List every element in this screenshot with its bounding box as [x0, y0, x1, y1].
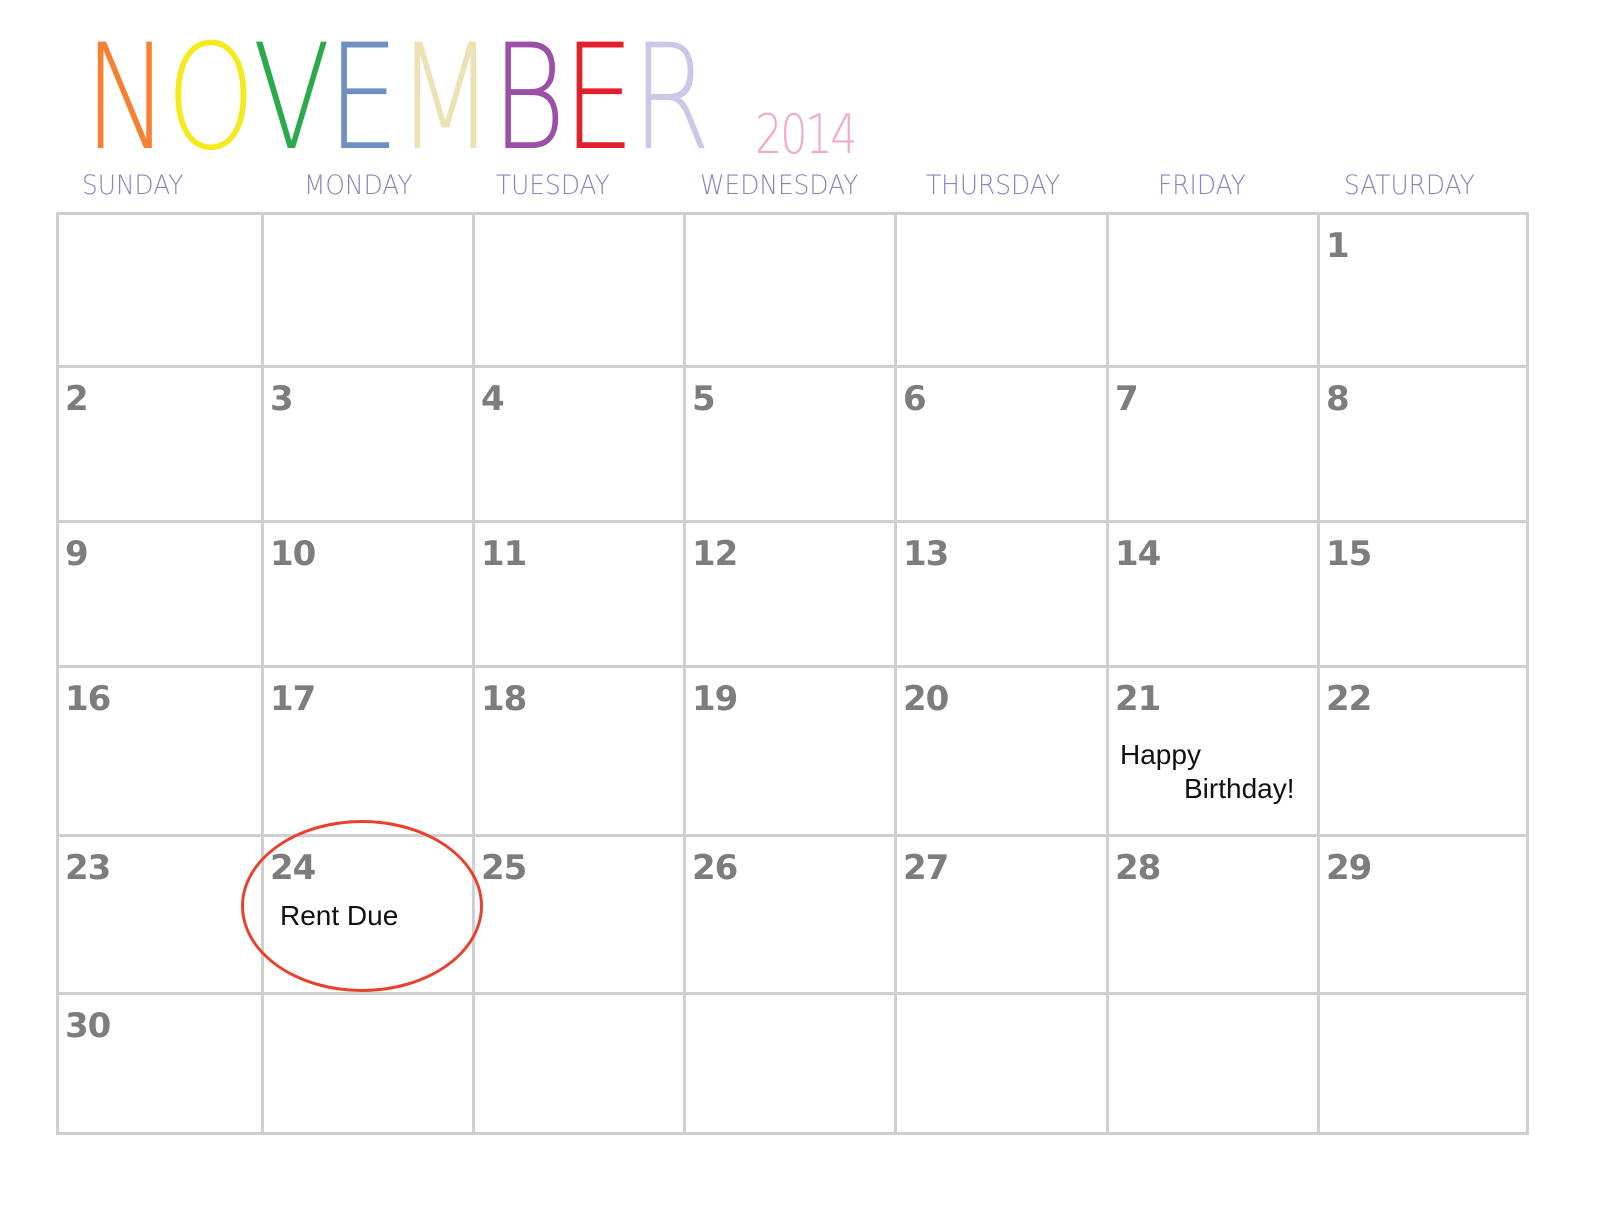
- day-cell-4[interactable]: 4: [475, 368, 683, 520]
- grid-line-horizontal: [56, 1132, 1529, 1135]
- month-title-letter: N: [84, 13, 169, 183]
- day-cell-6[interactable]: 6: [897, 368, 1106, 520]
- day-number: 22: [1326, 679, 1372, 719]
- day-number: 12: [692, 534, 738, 574]
- birthday-note-line2: Birthday!: [1184, 773, 1295, 804]
- day-number: 5: [692, 379, 716, 419]
- day-cell-2[interactable]: 2: [59, 368, 261, 520]
- weekday-header-row: SUNDAY MONDAY TUESDAY WEDNESDAY THURSDAY FRID…: [56, 170, 1562, 210]
- weekday-label-saturday: SATURDAY: [1344, 170, 1475, 201]
- day-number: 11: [481, 534, 527, 574]
- day-cell-10[interactable]: 10: [264, 523, 472, 665]
- day-cell-28[interactable]: 28: [1109, 837, 1317, 992]
- day-cell-3[interactable]: 3: [264, 368, 472, 520]
- empty-day-cell[interactable]: [897, 995, 1106, 1132]
- day-number: 29: [1326, 848, 1372, 888]
- day-number: 1: [1326, 226, 1350, 266]
- weekday-label-thursday: THURSDAY: [926, 170, 1060, 201]
- day-number: 19: [692, 679, 738, 719]
- day-cell-26[interactable]: 26: [686, 837, 894, 992]
- day-number: 7: [1115, 379, 1139, 419]
- month-title: NOVEMBER: [84, 13, 711, 183]
- month-title-letter: E: [562, 13, 635, 183]
- day-number: 18: [481, 679, 527, 719]
- empty-day-cell[interactable]: [264, 215, 472, 365]
- empty-day-cell[interactable]: [897, 215, 1106, 365]
- day-cell-5[interactable]: 5: [686, 368, 894, 520]
- rent-due-highlight-circle: [241, 820, 483, 992]
- day-number: 6: [903, 379, 927, 419]
- month-title-letter: E: [327, 13, 399, 183]
- month-title-letter: R: [631, 13, 711, 183]
- day-number: 16: [65, 679, 111, 719]
- day-cell-12[interactable]: 12: [686, 523, 894, 665]
- day-number: 4: [481, 379, 505, 419]
- day-number: 17: [270, 679, 316, 719]
- day-cell-9[interactable]: 9: [59, 523, 261, 665]
- empty-day-cell[interactable]: [59, 215, 261, 365]
- day-cell-8[interactable]: 8: [1320, 368, 1526, 520]
- day-number: 9: [65, 534, 89, 574]
- month-title-letter: V: [252, 13, 331, 183]
- month-title-letter: B: [491, 13, 566, 183]
- weekday-label-wednesday: WEDNESDAY: [700, 170, 859, 201]
- day-cell-13[interactable]: 13: [897, 523, 1106, 665]
- day-cell-1[interactable]: 1: [1320, 215, 1526, 365]
- day-number: 2: [65, 379, 89, 419]
- day-cell-17[interactable]: 17: [264, 668, 472, 834]
- day-number: 3: [270, 379, 294, 419]
- day-cell-18[interactable]: 18: [475, 668, 683, 834]
- day-cell-22[interactable]: 22: [1320, 668, 1526, 834]
- empty-day-cell[interactable]: [1109, 215, 1317, 365]
- day-cell-14[interactable]: 14: [1109, 523, 1317, 665]
- day-cell-11[interactable]: 11: [475, 523, 683, 665]
- weekday-label-monday: MONDAY: [304, 170, 413, 201]
- year-label: 2014: [755, 103, 858, 166]
- day-number: 15: [1326, 534, 1372, 574]
- day-cell-23[interactable]: 23: [59, 837, 261, 992]
- day-cell-19[interactable]: 19: [686, 668, 894, 834]
- day-number: 20: [903, 679, 949, 719]
- weekday-label-tuesday: TUESDAY: [496, 170, 610, 201]
- empty-day-cell[interactable]: [475, 215, 683, 365]
- grid-line-vertical: [1526, 212, 1529, 1135]
- empty-day-cell[interactable]: [686, 995, 894, 1132]
- month-title-letter: M: [396, 13, 494, 183]
- day-cell-15[interactable]: 15: [1320, 523, 1526, 665]
- weekday-label-friday: FRIDAY: [1158, 170, 1246, 201]
- empty-day-cell[interactable]: [264, 995, 472, 1132]
- day-cell-16[interactable]: 16: [59, 668, 261, 834]
- day-number: 30: [65, 1006, 111, 1046]
- day-cell-25[interactable]: 25: [475, 837, 683, 992]
- empty-day-cell[interactable]: [1320, 995, 1526, 1132]
- day-number: 23: [65, 848, 111, 888]
- day-number: 26: [692, 848, 738, 888]
- day-number: 13: [903, 534, 949, 574]
- day-cell-30[interactable]: 30: [59, 995, 261, 1132]
- month-title-letter: O: [166, 13, 256, 183]
- day-number: 14: [1115, 534, 1161, 574]
- day-number: 10: [270, 534, 316, 574]
- day-number: 25: [481, 848, 527, 888]
- day-cell-27[interactable]: 27: [897, 837, 1106, 992]
- empty-day-cell[interactable]: [686, 215, 894, 365]
- day-cell-20[interactable]: 20: [897, 668, 1106, 834]
- day-cell-7[interactable]: 7: [1109, 368, 1317, 520]
- day-number: 21: [1115, 679, 1161, 719]
- calendar-grid: 1 2 3 4 5 6 7 8 9 10 11 12 13 14 15 16 17 18 19 20 21 22 23 24 2…: [56, 212, 1562, 1160]
- day-number: 27: [903, 848, 949, 888]
- empty-day-cell[interactable]: [475, 995, 683, 1132]
- day-cell-29[interactable]: 29: [1320, 837, 1526, 992]
- birthday-note-line1: Happy: [1120, 739, 1201, 770]
- empty-day-cell[interactable]: [1109, 995, 1317, 1132]
- day-number: 28: [1115, 848, 1161, 888]
- weekday-label-sunday: SUNDAY: [82, 170, 184, 201]
- day-number: 8: [1326, 379, 1350, 419]
